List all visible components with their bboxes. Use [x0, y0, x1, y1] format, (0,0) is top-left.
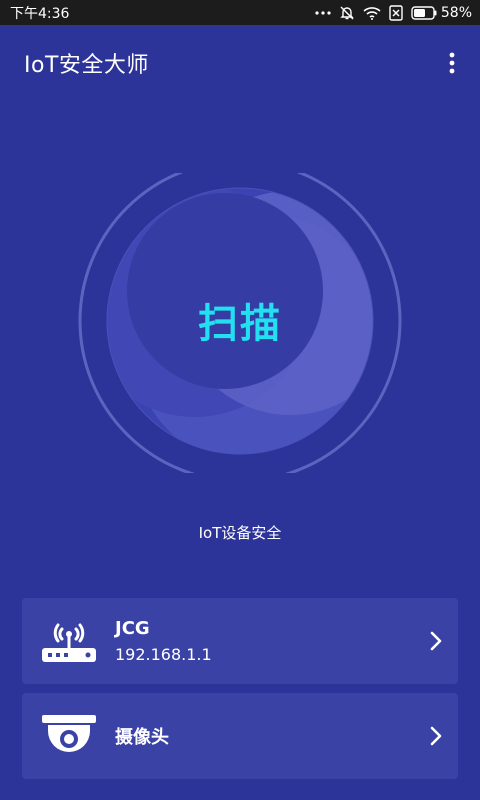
sim-error-icon	[389, 4, 403, 21]
battery-icon	[411, 5, 437, 20]
subtitle: IoT设备安全	[198, 524, 282, 542]
status-bar: 下午4:36 58%	[0, 0, 480, 25]
chevron-right-icon	[414, 598, 458, 684]
app-bar: IoT安全大师	[0, 25, 480, 101]
device-name: 摄像头	[115, 727, 169, 748]
device-card-camera[interactable]: 摄像头	[22, 693, 458, 779]
scan-area: 扫描	[75, 159, 405, 483]
camera-icon	[22, 693, 115, 779]
more-options-button[interactable]	[440, 43, 464, 83]
status-time: 下午4:36	[10, 5, 70, 22]
more-vert-icon	[449, 52, 455, 74]
battery-percent: 58%	[440, 4, 472, 21]
scan-label: 扫描	[198, 301, 282, 347]
chevron-right-icon	[414, 693, 458, 779]
router-icon	[22, 598, 115, 684]
status-icons: 58%	[315, 5, 472, 21]
more-dots-icon	[315, 10, 331, 16]
device-name: JCG	[115, 618, 150, 639]
battery-status: 58%	[411, 5, 472, 21]
device-ip: 192.168.1.1	[115, 645, 212, 664]
device-info: 摄像头	[115, 723, 414, 749]
app-title: IoT安全大师	[24, 53, 149, 78]
scan-button[interactable]: 扫描	[75, 159, 405, 483]
mute-icon	[339, 5, 355, 21]
device-info: JCG 192.168.1.1	[115, 618, 414, 664]
device-card-router[interactable]: JCG 192.168.1.1	[22, 598, 458, 684]
wifi-icon	[363, 6, 381, 20]
